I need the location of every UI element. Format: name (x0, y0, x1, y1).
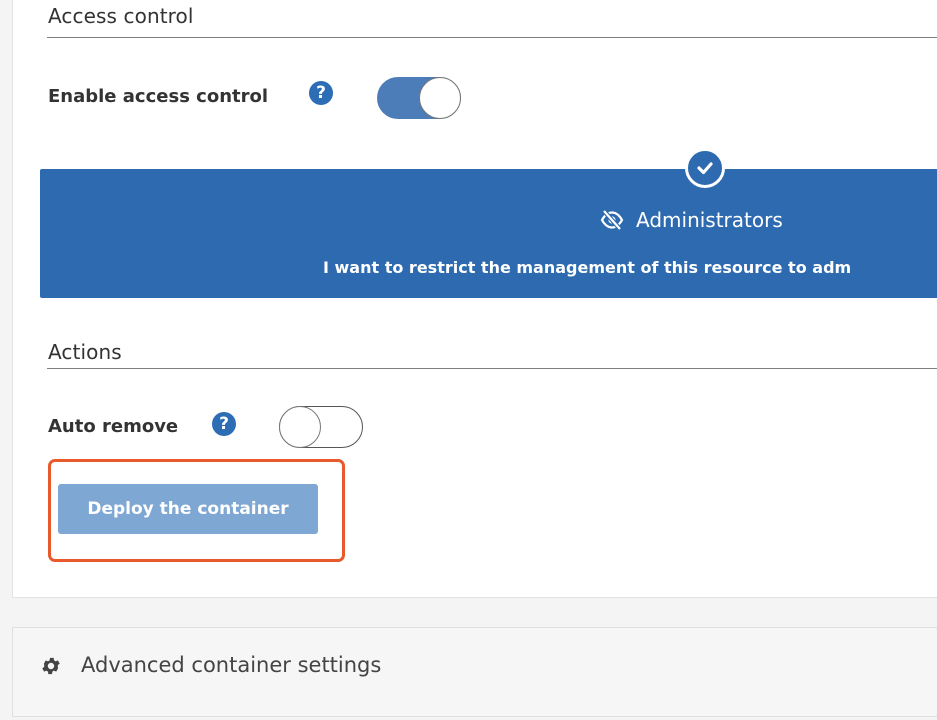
advanced-settings-label: Advanced container settings (81, 653, 382, 677)
actions-heading: Actions (48, 340, 122, 364)
page: Access control Enable access control ? A… (0, 0, 937, 720)
eye-slash-icon (600, 208, 624, 232)
help-icon[interactable]: ? (309, 81, 333, 105)
check-icon (685, 148, 725, 188)
administrators-option-description: I want to restrict the management of thi… (323, 258, 852, 277)
access-control-heading: Access control (48, 4, 194, 28)
auto-remove-toggle[interactable] (279, 406, 363, 448)
administrators-option-title: Administrators (636, 208, 783, 232)
section-divider (47, 368, 937, 369)
toggle-knob (419, 77, 461, 119)
access-control-toggle[interactable] (377, 77, 461, 119)
gear-icon (40, 655, 62, 677)
toggle-knob (279, 406, 321, 448)
administrators-option-title-row: Administrators (600, 208, 783, 232)
deploy-container-button[interactable]: Deploy the container (58, 484, 318, 534)
enable-access-control-label: Enable access control (48, 86, 269, 107)
section-divider (47, 37, 937, 38)
auto-remove-label: Auto remove (48, 416, 179, 437)
help-icon[interactable]: ? (212, 412, 236, 436)
administrators-option-box[interactable] (40, 169, 937, 298)
